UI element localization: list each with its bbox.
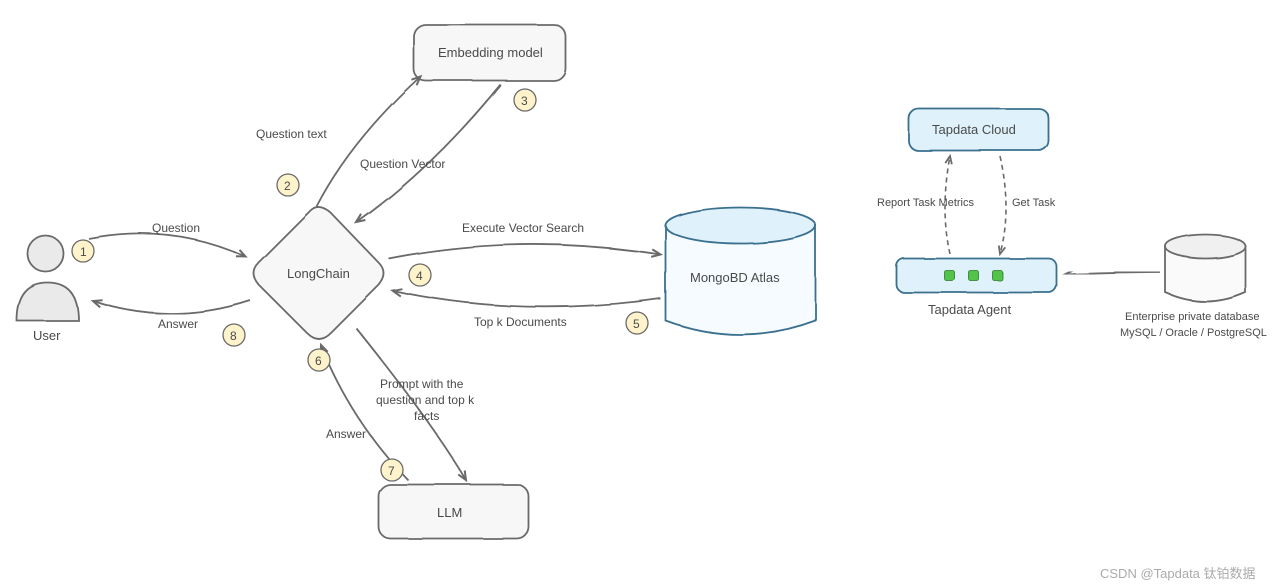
arrow-question <box>88 233 245 256</box>
label-get-task: Get Task <box>1012 197 1056 209</box>
arrow-question-vector <box>356 84 500 222</box>
badge-8: 8 <box>223 324 245 346</box>
arrow-answer-user <box>92 300 250 313</box>
svg-text:2: 2 <box>284 179 291 193</box>
label-report: Report Task Metrics <box>877 197 974 209</box>
label-prompt-1: Prompt with the <box>380 377 464 391</box>
badge-6: 6 <box>308 349 330 371</box>
badge-2: 2 <box>277 174 299 196</box>
tapdata-agent-label: Tapdata Agent <box>928 302 1012 317</box>
llm-label: LLM <box>437 505 462 520</box>
label-question-text: Question text <box>256 127 327 141</box>
svg-text:3: 3 <box>521 94 528 108</box>
watermark: CSDN @Tapdata 钛铂数据 <box>1100 566 1256 581</box>
arrow-db-to-agent <box>1064 272 1160 274</box>
label-topk-docs: Top k Documents <box>474 315 567 329</box>
arrow-get-task <box>1000 156 1006 254</box>
mongo-label: MongoBD Atlas <box>690 270 780 285</box>
badge-5: 5 <box>626 312 648 334</box>
svg-text:7: 7 <box>388 464 395 478</box>
svg-text:4: 4 <box>416 269 423 283</box>
user-label: User <box>33 328 61 343</box>
badge-7: 7 <box>381 459 403 481</box>
arrow-topk-docs <box>392 290 660 306</box>
badge-4: 4 <box>409 264 431 286</box>
label-question-vector: Question Vector <box>360 157 445 171</box>
svg-text:5: 5 <box>633 317 640 331</box>
arrow-question-text <box>316 76 420 206</box>
tapdata-cloud-label: Tapdata Cloud <box>932 122 1016 137</box>
enterprise-db-label-1: Enterprise private database <box>1125 311 1260 323</box>
badge-3: 3 <box>514 89 536 111</box>
arrow-exec-vector-search <box>388 244 660 258</box>
label-prompt-3: facts <box>414 409 439 423</box>
user-icon <box>16 235 78 320</box>
svg-text:1: 1 <box>80 245 87 259</box>
svg-text:8: 8 <box>230 329 237 343</box>
label-prompt-2: question and top k <box>376 393 475 407</box>
embedding-label: Embedding model <box>438 45 543 60</box>
svg-text:6: 6 <box>315 354 322 368</box>
label-exec-vector-search: Execute Vector Search <box>462 221 584 235</box>
badge-1: 1 <box>72 240 94 262</box>
tapdata-agent-node <box>896 258 1056 292</box>
longchain-label: LongChain <box>287 266 350 281</box>
label-answer-user: Answer <box>158 317 198 331</box>
label-question: Question <box>152 221 200 235</box>
enterprise-db-label-2: MySQL / Oracle / PostgreSQL <box>1120 327 1267 339</box>
enterprise-db-node <box>1165 234 1245 301</box>
label-answer-llm: Answer <box>326 427 366 441</box>
